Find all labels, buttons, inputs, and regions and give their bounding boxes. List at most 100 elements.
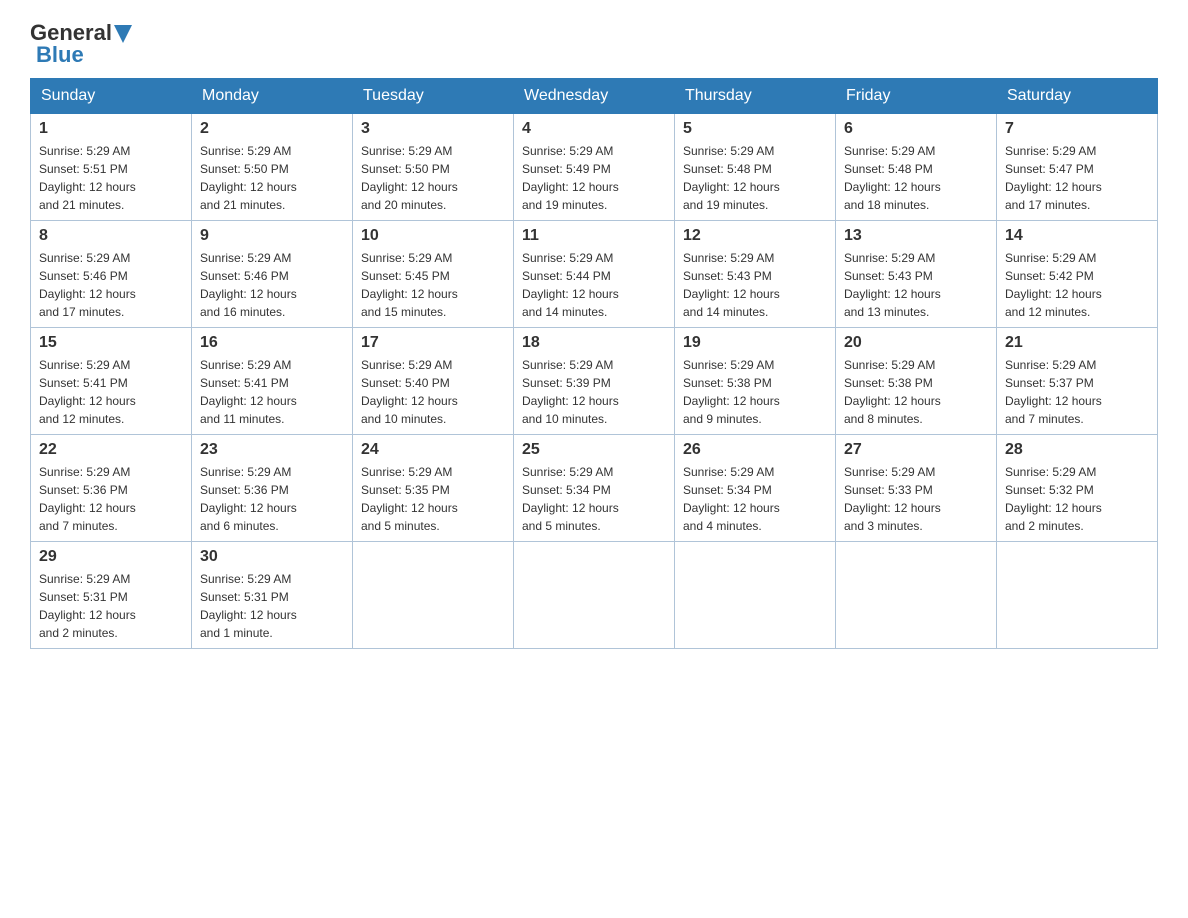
day-number: 1 — [39, 120, 183, 138]
calendar-cell — [675, 542, 836, 649]
weekday-header: Friday — [836, 79, 997, 114]
day-info: Sunrise: 5:29 AMSunset: 5:43 PMDaylight:… — [683, 249, 827, 321]
calendar-cell: 17Sunrise: 5:29 AMSunset: 5:40 PMDayligh… — [353, 328, 514, 435]
calendar-cell: 3 Sunrise: 5:29 AMSunset: 5:50 PMDaylight… — [353, 114, 514, 221]
calendar-cell: 21 Sunrise: 5:29 AMSunset: 5:37 PMDayligh… — [997, 328, 1158, 435]
day-info: Sunrise: 5:29 AMSunset: 5:31 PMDaylight:… — [39, 570, 183, 642]
day-number: 30 — [200, 548, 344, 566]
calendar-cell: 23 Sunrise: 5:29 AMSunset: 5:36 PMDayligh… — [192, 435, 353, 542]
calendar-cell: 14 Sunrise: 5:29 AMSunset: 5:42 PMDayligh… — [997, 221, 1158, 328]
day-number: 3 — [361, 120, 505, 138]
calendar-cell: 11 Sunrise: 5:29 AMSunset: 5:44 PMDayligh… — [514, 221, 675, 328]
calendar-cell: 28Sunrise: 5:29 AMSunset: 5:32 PMDayligh… — [997, 435, 1158, 542]
calendar-cell — [353, 542, 514, 649]
calendar-cell: 13 Sunrise: 5:29 AMSunset: 5:43 PMDayligh… — [836, 221, 997, 328]
day-info: Sunrise: 5:29 AMSunset: 5:43 PMDaylight:… — [844, 249, 988, 321]
calendar-cell: 29 Sunrise: 5:29 AMSunset: 5:31 PMDayligh… — [31, 542, 192, 649]
calendar-cell: 20 Sunrise: 5:29 AMSunset: 5:38 PMDayligh… — [836, 328, 997, 435]
day-number: 2 — [200, 120, 344, 138]
logo: General Blue — [30, 20, 132, 68]
calendar-cell: 26 Sunrise: 5:29 AMSunset: 5:34 PMDayligh… — [675, 435, 836, 542]
day-number: 17 — [361, 334, 505, 352]
day-number: 4 — [522, 120, 666, 138]
weekday-header: Thursday — [675, 79, 836, 114]
day-info: Sunrise: 5:29 AMSunset: 5:38 PMDaylight:… — [844, 356, 988, 428]
day-info: Sunrise: 5:29 AMSunset: 5:33 PMDaylight:… — [844, 463, 988, 535]
day-number: 12 — [683, 227, 827, 245]
calendar-cell: 9 Sunrise: 5:29 AMSunset: 5:46 PMDaylight… — [192, 221, 353, 328]
calendar-cell: 24 Sunrise: 5:29 AMSunset: 5:35 PMDayligh… — [353, 435, 514, 542]
calendar-cell: 19Sunrise: 5:29 AMSunset: 5:38 PMDayligh… — [675, 328, 836, 435]
day-number: 15 — [39, 334, 183, 352]
day-info: Sunrise: 5:29 AMSunset: 5:42 PMDaylight:… — [1005, 249, 1149, 321]
day-info: Sunrise: 5:29 AMSunset: 5:45 PMDaylight:… — [361, 249, 505, 321]
day-number: 14 — [1005, 227, 1149, 245]
calendar-cell: 7 Sunrise: 5:29 AMSunset: 5:47 PMDaylight… — [997, 114, 1158, 221]
day-number: 7 — [1005, 120, 1149, 138]
day-info: Sunrise: 5:29 AMSunset: 5:48 PMDaylight:… — [683, 142, 827, 214]
calendar-cell: 2Sunrise: 5:29 AMSunset: 5:50 PMDaylight… — [192, 114, 353, 221]
day-info: Sunrise: 5:29 AMSunset: 5:41 PMDaylight:… — [39, 356, 183, 428]
calendar-cell: 12 Sunrise: 5:29 AMSunset: 5:43 PMDayligh… — [675, 221, 836, 328]
day-number: 24 — [361, 441, 505, 459]
day-info: Sunrise: 5:29 AMSunset: 5:38 PMDaylight:… — [683, 356, 827, 428]
day-number: 25 — [522, 441, 666, 459]
calendar-cell: 4 Sunrise: 5:29 AMSunset: 5:49 PMDaylight… — [514, 114, 675, 221]
calendar-cell: 15 Sunrise: 5:29 AMSunset: 5:41 PMDayligh… — [31, 328, 192, 435]
day-info: Sunrise: 5:29 AMSunset: 5:50 PMDaylight:… — [361, 142, 505, 214]
day-info: Sunrise: 5:29 AMSunset: 5:49 PMDaylight:… — [522, 142, 666, 214]
day-info: Sunrise: 5:29 AMSunset: 5:44 PMDaylight:… — [522, 249, 666, 321]
calendar-cell: 30 Sunrise: 5:29 AMSunset: 5:31 PMDayligh… — [192, 542, 353, 649]
calendar-cell: 1Sunrise: 5:29 AMSunset: 5:51 PMDaylight… — [31, 114, 192, 221]
day-number: 27 — [844, 441, 988, 459]
day-number: 10 — [361, 227, 505, 245]
day-info: Sunrise: 5:29 AMSunset: 5:47 PMDaylight:… — [1005, 142, 1149, 214]
day-info: Sunrise: 5:29 AMSunset: 5:36 PMDaylight:… — [39, 463, 183, 535]
day-number: 13 — [844, 227, 988, 245]
day-number: 18 — [522, 334, 666, 352]
day-info: Sunrise: 5:29 AMSunset: 5:35 PMDaylight:… — [361, 463, 505, 535]
calendar-cell — [514, 542, 675, 649]
day-number: 11 — [522, 227, 666, 245]
calendar-week-row: 8 Sunrise: 5:29 AMSunset: 5:46 PMDaylight… — [31, 221, 1158, 328]
day-number: 8 — [39, 227, 183, 245]
calendar-cell: 22Sunrise: 5:29 AMSunset: 5:36 PMDayligh… — [31, 435, 192, 542]
weekday-header: Monday — [192, 79, 353, 114]
day-number: 26 — [683, 441, 827, 459]
calendar-table: SundayMondayTuesdayWednesdayThursdayFrid… — [30, 78, 1158, 649]
calendar-cell — [836, 542, 997, 649]
day-info: Sunrise: 5:29 AMSunset: 5:34 PMDaylight:… — [683, 463, 827, 535]
day-number: 6 — [844, 120, 988, 138]
calendar-cell: 25 Sunrise: 5:29 AMSunset: 5:34 PMDayligh… — [514, 435, 675, 542]
day-info: Sunrise: 5:29 AMSunset: 5:32 PMDaylight:… — [1005, 463, 1149, 535]
calendar-cell: 18 Sunrise: 5:29 AMSunset: 5:39 PMDayligh… — [514, 328, 675, 435]
weekday-header: Wednesday — [514, 79, 675, 114]
day-info: Sunrise: 5:29 AMSunset: 5:34 PMDaylight:… — [522, 463, 666, 535]
page-header: General Blue — [30, 20, 1158, 68]
calendar-week-row: 29 Sunrise: 5:29 AMSunset: 5:31 PMDayligh… — [31, 542, 1158, 649]
day-number: 5 — [683, 120, 827, 138]
day-number: 16 — [200, 334, 344, 352]
day-info: Sunrise: 5:29 AMSunset: 5:37 PMDaylight:… — [1005, 356, 1149, 428]
day-number: 23 — [200, 441, 344, 459]
day-info: Sunrise: 5:29 AMSunset: 5:48 PMDaylight:… — [844, 142, 988, 214]
calendar-header-row: SundayMondayTuesdayWednesdayThursdayFrid… — [31, 79, 1158, 114]
calendar-week-row: 1Sunrise: 5:29 AMSunset: 5:51 PMDaylight… — [31, 114, 1158, 221]
calendar-cell: 8Sunrise: 5:29 AMSunset: 5:46 PMDaylight… — [31, 221, 192, 328]
day-info: Sunrise: 5:29 AMSunset: 5:39 PMDaylight:… — [522, 356, 666, 428]
day-number: 9 — [200, 227, 344, 245]
weekday-header: Tuesday — [353, 79, 514, 114]
day-number: 21 — [1005, 334, 1149, 352]
day-number: 20 — [844, 334, 988, 352]
weekday-header: Sunday — [31, 79, 192, 114]
calendar-cell: 27 Sunrise: 5:29 AMSunset: 5:33 PMDayligh… — [836, 435, 997, 542]
day-number: 29 — [39, 548, 183, 566]
calendar-cell — [997, 542, 1158, 649]
calendar-cell: 5 Sunrise: 5:29 AMSunset: 5:48 PMDaylight… — [675, 114, 836, 221]
calendar-cell: 6 Sunrise: 5:29 AMSunset: 5:48 PMDaylight… — [836, 114, 997, 221]
day-info: Sunrise: 5:29 AMSunset: 5:46 PMDaylight:… — [200, 249, 344, 321]
weekday-header: Saturday — [997, 79, 1158, 114]
day-info: Sunrise: 5:29 AMSunset: 5:36 PMDaylight:… — [200, 463, 344, 535]
logo-triangle-icon — [114, 25, 132, 43]
day-info: Sunrise: 5:29 AMSunset: 5:31 PMDaylight:… — [200, 570, 344, 642]
